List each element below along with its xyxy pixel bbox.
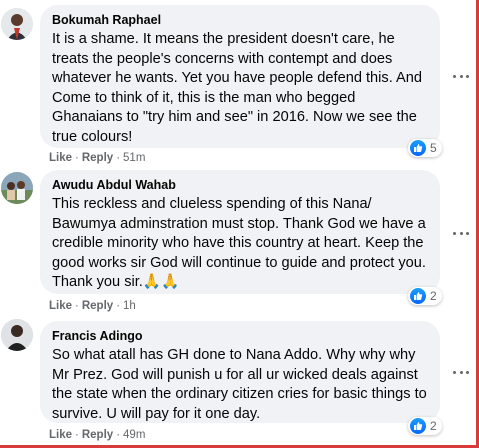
comment-text: This reckless and clueless spending of t… [52, 196, 426, 290]
reaction-count: 2 [430, 419, 437, 433]
more-options-icon[interactable] [450, 226, 472, 240]
comment-actions: Like · Reply · 49m [49, 429, 146, 441]
timestamp[interactable]: 49m [123, 429, 145, 441]
reaction-count: 2 [430, 289, 437, 303]
comment-author[interactable]: Francis Adingo [52, 328, 428, 344]
comment-actions: Like · Reply · 1h [49, 300, 136, 312]
reaction-count-badge[interactable]: 5 [408, 139, 442, 157]
reply-button[interactable]: Reply [82, 152, 113, 164]
comment-bubble: Bokumah Raphael It is a shame. It means … [40, 5, 440, 148]
like-button[interactable]: Like [49, 300, 72, 312]
reaction-count: 5 [430, 141, 437, 155]
avatar[interactable] [1, 319, 33, 351]
reaction-count-badge[interactable]: 2 [408, 287, 442, 305]
more-options-icon[interactable] [450, 365, 472, 379]
comment-text: So what atall has GH done to Nana Addo. … [52, 347, 427, 422]
reply-button[interactable]: Reply [82, 300, 113, 312]
comment-author[interactable]: Awudu Abdul Wahab [52, 177, 428, 193]
more-options-icon[interactable] [450, 69, 472, 83]
timestamp[interactable]: 1h [123, 300, 136, 312]
like-button[interactable]: Like [49, 429, 72, 441]
timestamp[interactable]: 51m [123, 152, 145, 164]
reply-button[interactable]: Reply [82, 429, 113, 441]
comment-actions: Like · Reply · 51m [49, 152, 146, 164]
comment-author[interactable]: Bokumah Raphael [52, 12, 428, 28]
comment-bubble: Awudu Abdul Wahab This reckless and clue… [40, 170, 440, 294]
like-button[interactable]: Like [49, 152, 72, 164]
reaction-count-badge[interactable]: 2 [408, 417, 442, 435]
like-icon [410, 418, 426, 434]
avatar[interactable] [1, 8, 33, 40]
avatar[interactable] [1, 172, 33, 204]
comment-bubble: Francis Adingo So what atall has GH done… [40, 321, 440, 423]
like-icon [410, 288, 426, 304]
like-icon [410, 140, 426, 156]
comment-text: It is a shame. It means the president do… [52, 31, 422, 145]
